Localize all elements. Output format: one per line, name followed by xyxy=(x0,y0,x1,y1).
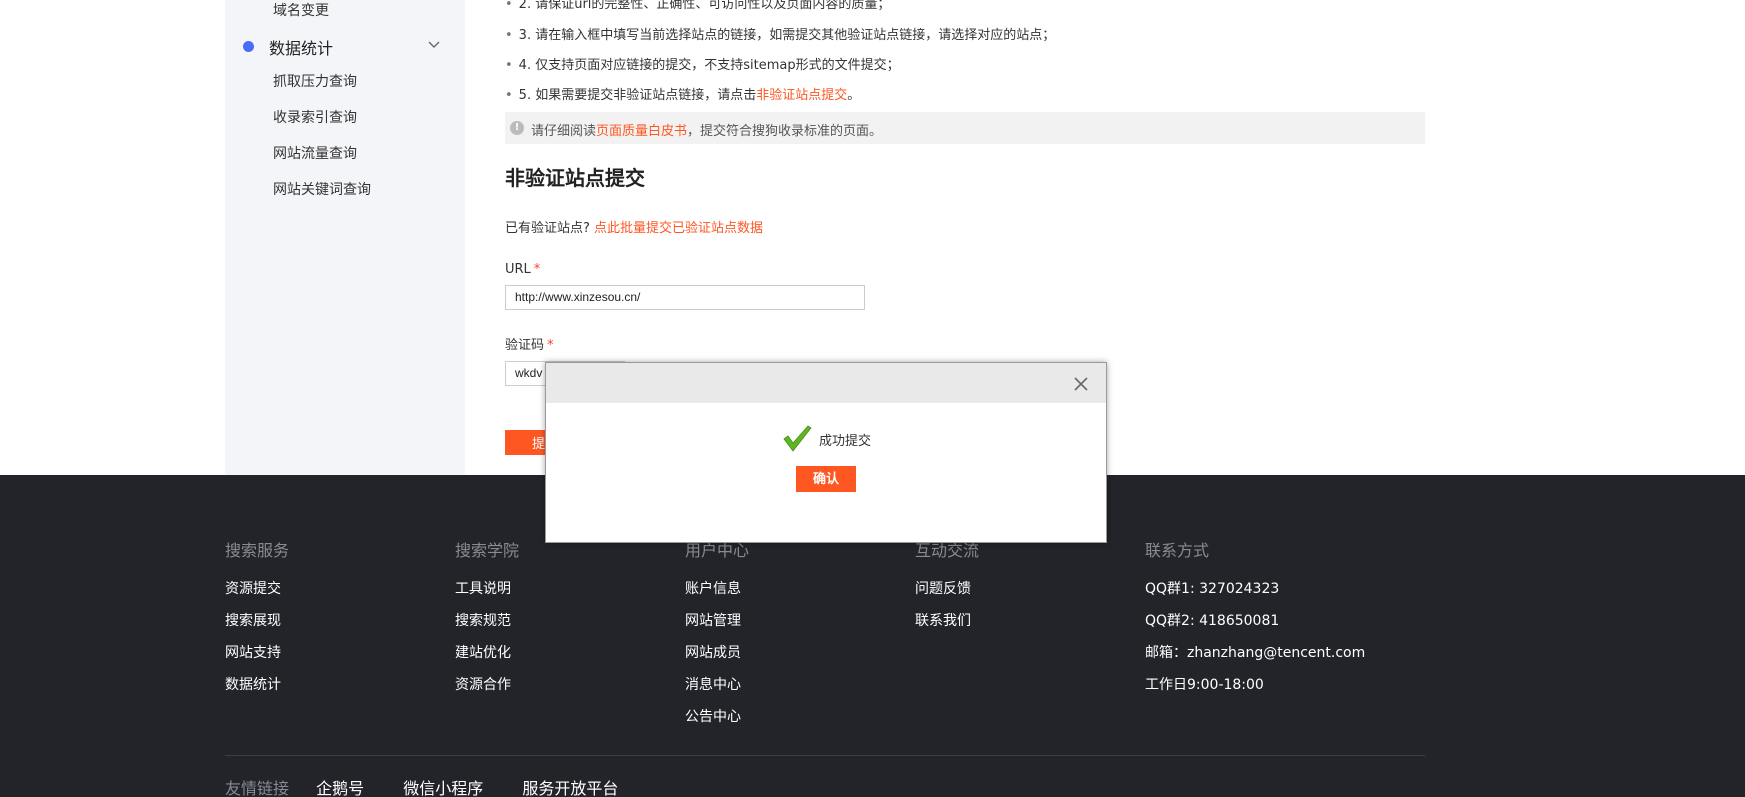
note-5: • 5. 如果需要提交非验证站点链接，请点击非验证站点提交。 xyxy=(505,88,861,103)
footer-link[interactable]: 账户信息 xyxy=(685,579,885,611)
footer-col-interaction: 互动交流 问题反馈 联系我们 xyxy=(915,537,1115,643)
page: 域名变更 数据统计 抓取压力查询 收录索引查询 网站流量查询 网站关键词查询 •… xyxy=(0,0,1745,797)
footer-link[interactable]: 网站支持 xyxy=(225,643,425,675)
note-3: • 3. 请在输入框中填写当前选择站点的链接，如需提交其他验证站点链接，请选择对应… xyxy=(505,28,1056,43)
sidebar-item-index-query[interactable]: 收录索引查询 xyxy=(273,107,357,127)
friend-links: 友情链接 企鹅号 微信小程序 服务开放平台 xyxy=(225,775,652,797)
captcha-label: 验证码 * xyxy=(505,338,554,353)
footer-col-user-center: 用户中心 账户信息 网站管理 网站成员 消息中心 公告中心 xyxy=(685,537,885,739)
tip-text: 请仔细阅读页面质量白皮书，提交符合搜狗收录标准的页面。 xyxy=(531,124,883,139)
group-dot-icon xyxy=(243,41,254,52)
footer-link[interactable]: 资源合作 xyxy=(455,675,655,707)
footer-contact-text: 邮箱：zhanzhang@tencent.com xyxy=(1145,645,1366,661)
sidebar-item-domain-change[interactable]: 域名变更 xyxy=(273,0,329,20)
section-title: 非验证站点提交 xyxy=(505,166,645,190)
footer-link[interactable]: 工具说明 xyxy=(455,579,655,611)
quality-tip-banner: ! 请仔细阅读页面质量白皮书，提交符合搜狗收录标准的页面。 xyxy=(505,112,1425,144)
note-4: • 4. 仅支持页面对应链接的提交，不支持sitemap形式的文件提交； xyxy=(505,58,900,73)
whitepaper-link[interactable]: 页面质量白皮书 xyxy=(596,124,687,139)
dialog-message: 成功提交 xyxy=(819,434,872,449)
footer-link[interactable]: 数据统计 xyxy=(225,675,425,707)
chevron-down-icon xyxy=(428,41,440,48)
sidebar-item-crawl-pressure[interactable]: 抓取压力查询 xyxy=(273,71,357,91)
note-2: • 2. 请保证url的完整性、正确性、可访问性以及页面内容的质量； xyxy=(505,0,891,12)
footer-link[interactable]: 问题反馈 xyxy=(915,579,1115,611)
dialog-header xyxy=(546,363,1106,403)
footer-link[interactable]: 网站管理 xyxy=(685,611,885,643)
confirm-button[interactable]: 确认 xyxy=(796,466,856,492)
footer-link[interactable]: 搜索展现 xyxy=(225,611,425,643)
success-dialog: 成功提交 确认 xyxy=(545,362,1107,543)
footer-divider xyxy=(225,755,1425,756)
sidebar-group-data-stats[interactable]: 数据统计 xyxy=(243,34,448,58)
sidebar-item-keyword-query[interactable]: 网站关键词查询 xyxy=(273,179,371,199)
info-icon: ! xyxy=(510,121,524,135)
footer-link[interactable]: 搜索规范 xyxy=(455,611,655,643)
footer-link[interactable]: 公告中心 xyxy=(685,707,885,739)
footer-link[interactable]: 建站优化 xyxy=(455,643,655,675)
footer-col-search-academy: 搜索学院 工具说明 搜索规范 建站优化 资源合作 xyxy=(455,537,655,707)
url-label: URL * xyxy=(505,262,541,277)
non-verified-submit-link[interactable]: 非验证站点提交 xyxy=(756,88,847,103)
url-input[interactable]: http://www.xinzesou.cn/ xyxy=(505,285,865,310)
close-icon[interactable] xyxy=(1073,376,1089,392)
checkmark-icon xyxy=(783,425,812,452)
footer-col-search-service: 搜索服务 资源提交 搜索展现 网站支持 数据统计 xyxy=(225,537,425,707)
footer-link[interactable]: 联系我们 xyxy=(915,611,1115,643)
footer-contact-text: QQ群2: 418650081 xyxy=(1145,613,1280,629)
footer-contact-text: QQ群1: 327024323 xyxy=(1145,581,1280,597)
footer-link[interactable]: 消息中心 xyxy=(685,675,885,707)
friend-links-label: 友情链接 xyxy=(225,779,290,797)
footer-col-contact: 联系方式 QQ群1: 327024323 QQ群2: 418650081 邮箱：… xyxy=(1145,537,1425,707)
footer-link[interactable]: 资源提交 xyxy=(225,579,425,611)
verified-sites-row: 已有验证站点? 点此批量提交已验证站点数据 xyxy=(505,221,764,236)
sidebar-item-traffic-query[interactable]: 网站流量查询 xyxy=(273,143,357,163)
batch-submit-link[interactable]: 点此批量提交已验证站点数据 xyxy=(594,221,763,236)
sidebar-group-label: 数据统计 xyxy=(269,39,334,58)
sidebar: 域名变更 数据统计 抓取压力查询 收录索引查询 网站流量查询 网站关键词查询 xyxy=(225,0,465,475)
footer-contact-text: 工作日9:00-18:00 xyxy=(1145,677,1264,693)
footer-link[interactable]: 网站成员 xyxy=(685,643,885,675)
friend-link[interactable]: 微信小程序 xyxy=(403,775,483,797)
friend-link[interactable]: 企鹅号 xyxy=(316,775,364,797)
friend-link[interactable]: 服务开放平台 xyxy=(522,775,618,797)
